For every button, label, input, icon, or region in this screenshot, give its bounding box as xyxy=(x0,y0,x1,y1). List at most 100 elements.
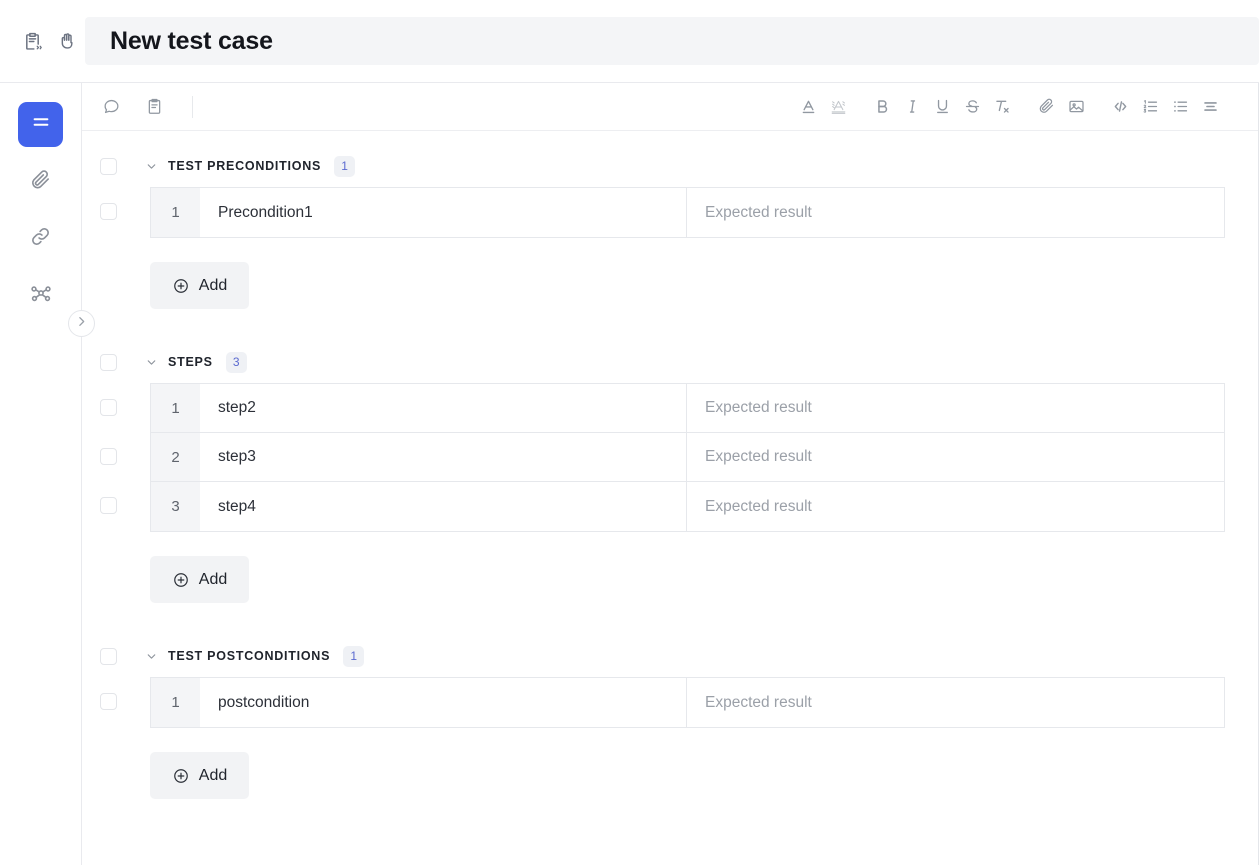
add-precondition-button[interactable]: Add xyxy=(150,262,249,309)
clipboard-code-icon[interactable] xyxy=(22,31,43,52)
row-checkbox-cell xyxy=(100,383,117,432)
comment-icon[interactable] xyxy=(96,92,126,122)
highlight-color-icon[interactable] xyxy=(823,92,853,122)
row-checkbox-cell xyxy=(100,432,117,481)
row-select-checkbox[interactable] xyxy=(100,399,117,416)
row-select-checkbox[interactable] xyxy=(100,448,117,465)
image-icon[interactable] xyxy=(1061,92,1091,122)
underline-icon[interactable] xyxy=(927,92,957,122)
row-expected-result[interactable]: Expected result xyxy=(687,188,1224,237)
rows-wrapper: 1 step2 Expected result 2 step3 Expected… xyxy=(100,383,1225,532)
rail-expand-toggle[interactable] xyxy=(68,310,95,337)
plus-circle-icon xyxy=(172,767,190,785)
row-step-text[interactable]: step4 xyxy=(200,482,687,531)
rows-group: 1 step2 Expected result 2 step3 Expected… xyxy=(150,383,1225,532)
editor-pane: TEST PRECONDITIONS 1 1 Precondition1 Exp… xyxy=(82,83,1259,865)
section-count-badge: 1 xyxy=(343,645,365,667)
section-select-checkbox[interactable] xyxy=(100,353,117,371)
row-checkbox-column xyxy=(100,187,117,238)
sections-container: TEST PRECONDITIONS 1 1 Precondition1 Exp… xyxy=(82,131,1258,865)
table-row[interactable]: 3 step4 Expected result xyxy=(151,482,1224,531)
row-number: 1 xyxy=(151,678,200,727)
sidebar-item-attachments[interactable] xyxy=(18,159,63,204)
add-step-button[interactable]: Add xyxy=(150,556,249,603)
row-number: 1 xyxy=(151,384,200,432)
lines-icon xyxy=(30,111,52,138)
link-icon xyxy=(29,225,52,253)
bullet-list-icon[interactable] xyxy=(1165,92,1195,122)
row-select-checkbox[interactable] xyxy=(100,693,117,710)
node-graph-icon xyxy=(29,281,53,310)
section-header: TEST POSTCONDITIONS 1 xyxy=(100,641,1225,671)
toolbar-right-group xyxy=(793,92,1225,122)
row-step-text[interactable]: postcondition xyxy=(200,678,687,727)
plus-circle-icon xyxy=(172,571,190,589)
row-expected-result[interactable]: Expected result xyxy=(687,433,1224,481)
add-postcondition-button[interactable]: Add xyxy=(150,752,249,799)
row-select-checkbox[interactable] xyxy=(100,497,117,514)
table-row[interactable]: 1 postcondition Expected result xyxy=(151,678,1224,727)
chevron-down-icon[interactable] xyxy=(145,650,158,663)
row-select-checkbox[interactable] xyxy=(100,203,117,220)
row-expected-result[interactable]: Expected result xyxy=(687,384,1224,432)
rows-wrapper: 1 postcondition Expected result xyxy=(100,677,1225,728)
table-row[interactable]: 1 step2 Expected result xyxy=(151,384,1224,433)
chevron-down-icon[interactable] xyxy=(145,356,158,369)
add-button-label: Add xyxy=(198,570,228,588)
toolbar-divider xyxy=(192,95,193,118)
row-step-text[interactable]: Precondition1 xyxy=(200,188,687,237)
add-button-label: Add xyxy=(198,766,228,784)
rows-group: 1 Precondition1 Expected result xyxy=(150,187,1225,238)
chevron-right-icon xyxy=(75,315,88,333)
section-title: STEPS xyxy=(168,355,213,369)
sidebar-item-relations[interactable] xyxy=(18,273,63,318)
section-title: TEST POSTCONDITIONS xyxy=(168,649,331,663)
code-icon[interactable] xyxy=(1105,92,1135,122)
row-checkbox-column xyxy=(100,677,117,728)
row-checkbox-column xyxy=(100,383,117,532)
section-steps: STEPS 3 1 step2 Expected result 2 step3 … xyxy=(100,347,1225,603)
ordered-list-icon[interactable] xyxy=(1135,92,1165,122)
test-case-title-field[interactable]: New test case xyxy=(85,17,1259,65)
section-header: TEST PRECONDITIONS 1 xyxy=(100,151,1225,181)
left-rail xyxy=(0,83,95,865)
bold-icon[interactable] xyxy=(867,92,897,122)
top-bar: New test case xyxy=(0,0,1259,83)
row-expected-result[interactable]: Expected result xyxy=(687,678,1224,727)
row-expected-result[interactable]: Expected result xyxy=(687,482,1224,531)
section-count-badge: 1 xyxy=(334,155,356,177)
rows-wrapper: 1 Precondition1 Expected result xyxy=(100,187,1225,238)
row-checkbox-cell xyxy=(100,187,117,236)
align-icon[interactable] xyxy=(1195,92,1225,122)
table-row[interactable]: 1 Precondition1 Expected result xyxy=(151,188,1224,237)
paperclip-icon xyxy=(29,168,52,196)
italic-icon[interactable] xyxy=(897,92,927,122)
strikethrough-icon[interactable] xyxy=(957,92,987,122)
table-row[interactable]: 2 step3 Expected result xyxy=(151,433,1224,482)
row-number: 1 xyxy=(151,188,200,237)
top-bar-icon-group xyxy=(0,31,85,52)
clear-format-icon[interactable] xyxy=(987,92,1017,122)
section-postconditions: TEST POSTCONDITIONS 1 1 postcondition Ex… xyxy=(100,641,1225,799)
section-title: TEST PRECONDITIONS xyxy=(168,159,322,173)
plus-circle-icon xyxy=(172,277,190,295)
section-count-badge: 3 xyxy=(225,351,247,373)
attach-link-icon[interactable] xyxy=(1031,92,1061,122)
hand-icon[interactable] xyxy=(57,31,77,51)
sidebar-item-description[interactable] xyxy=(18,102,63,147)
chevron-down-icon[interactable] xyxy=(145,160,158,173)
sidebar-item-links[interactable] xyxy=(18,216,63,261)
clipboard-icon[interactable] xyxy=(139,92,169,122)
section-select-checkbox[interactable] xyxy=(100,647,117,665)
section-select-checkbox[interactable] xyxy=(100,157,117,175)
section-header: STEPS 3 xyxy=(100,347,1225,377)
row-step-text[interactable]: step2 xyxy=(200,384,687,432)
row-number: 2 xyxy=(151,433,200,481)
row-number: 3 xyxy=(151,482,200,531)
add-button-label: Add xyxy=(198,276,228,294)
text-color-icon[interactable] xyxy=(793,92,823,122)
format-toolbar xyxy=(82,83,1258,131)
row-step-text[interactable]: step3 xyxy=(200,433,687,481)
page-title: New test case xyxy=(110,26,273,55)
